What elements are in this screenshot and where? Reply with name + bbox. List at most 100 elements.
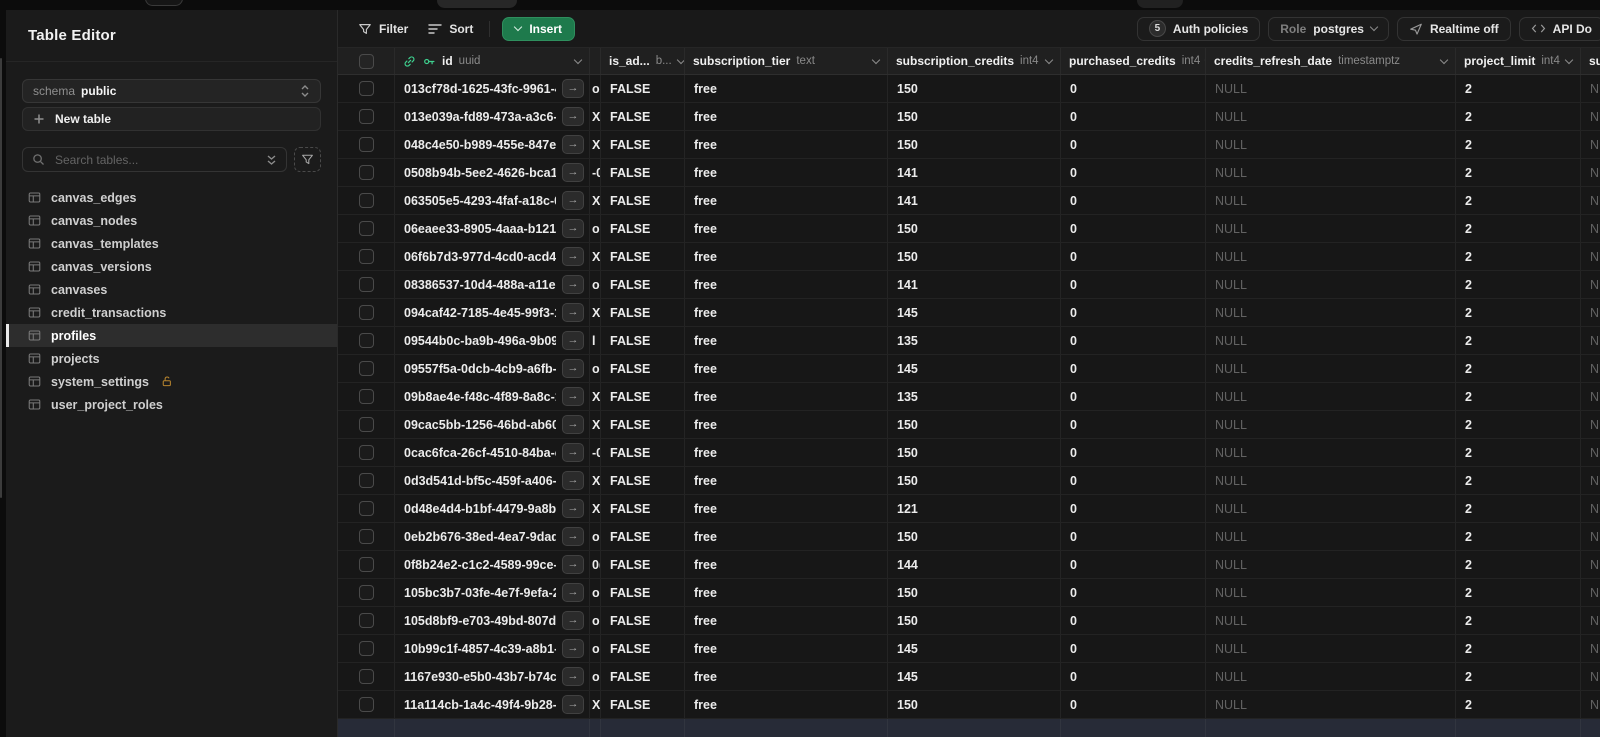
clipped-right-cell[interactable]: NU bbox=[1581, 103, 1600, 130]
id-cell[interactable]: 0d3d541d-bf5c-459f-a406-16b93... → bbox=[395, 467, 590, 494]
row-checkbox[interactable] bbox=[358, 501, 374, 516]
is-admin-cell[interactable]: FALSE bbox=[601, 243, 685, 270]
subscription-tier-cell[interactable]: free bbox=[685, 607, 888, 634]
subscription-tier-cell[interactable]: free bbox=[685, 271, 888, 298]
project-limit-cell[interactable]: 2 bbox=[1456, 243, 1581, 270]
clipped-cell[interactable]: X bbox=[590, 187, 601, 214]
purchased-credits-cell[interactable]: 0 bbox=[1061, 579, 1206, 606]
expand-row-button[interactable]: → bbox=[562, 387, 584, 406]
credits-refresh-date-cell[interactable]: NULL bbox=[1206, 271, 1456, 298]
is-admin-cell[interactable]: FALSE bbox=[601, 635, 685, 662]
purchased-credits-cell[interactable]: 0 bbox=[1061, 551, 1206, 578]
is-admin-cell[interactable]: FALSE bbox=[601, 383, 685, 410]
project-limit-cell[interactable]: 2 bbox=[1456, 299, 1581, 326]
schema-select[interactable]: schema public bbox=[22, 79, 321, 103]
subscription-tier-cell[interactable]: free bbox=[685, 187, 888, 214]
project-limit-cell[interactable]: 2 bbox=[1456, 187, 1581, 214]
is-admin-cell[interactable]: FALSE bbox=[601, 495, 685, 522]
column-header-clipped[interactable] bbox=[590, 48, 601, 74]
id-cell[interactable]: 06eaee33-8905-4aaa-b121-ab552... → bbox=[395, 215, 590, 242]
left-scrollbar[interactable] bbox=[0, 58, 2, 498]
clipped-cell[interactable]: X bbox=[590, 131, 601, 158]
purchased-credits-cell[interactable]: 0 bbox=[1061, 663, 1206, 690]
clipped-cell[interactable]: X bbox=[590, 103, 601, 130]
id-cell[interactable]: 10b99c1f-4857-4c39-a8b1-263b8... → bbox=[395, 635, 590, 662]
subscription-tier-cell[interactable]: free bbox=[685, 355, 888, 382]
expand-row-button[interactable]: → bbox=[562, 247, 584, 266]
subscription-credits-cell[interactable]: 141 bbox=[888, 271, 1061, 298]
id-cell[interactable]: 08386537-10d4-488a-a11e-eb5a6... → bbox=[395, 271, 590, 298]
clipped-cell[interactable]: X bbox=[590, 467, 601, 494]
clipped-cell[interactable]: o bbox=[590, 75, 601, 102]
project-limit-cell[interactable]: 2 bbox=[1456, 467, 1581, 494]
clipped-right-cell[interactable]: NU bbox=[1581, 439, 1600, 466]
credits-refresh-date-cell[interactable]: NULL bbox=[1206, 327, 1456, 354]
expand-row-button[interactable]: → bbox=[562, 555, 584, 574]
clipped-right-cell[interactable]: NU bbox=[1581, 299, 1600, 326]
column-header-project-limit[interactable]: project_limit int4 bbox=[1456, 48, 1581, 74]
select-all-checkbox[interactable] bbox=[358, 53, 374, 69]
is-admin-cell[interactable]: FALSE bbox=[601, 411, 685, 438]
clipped-right-cell[interactable]: NU bbox=[1581, 635, 1600, 662]
project-limit-cell[interactable]: 2 bbox=[1456, 551, 1581, 578]
subscription-credits-cell[interactable]: 145 bbox=[888, 299, 1061, 326]
credits-refresh-date-cell[interactable]: NULL bbox=[1206, 215, 1456, 242]
api-docs-button[interactable]: API Do bbox=[1518, 16, 1600, 41]
sidebar-item-system_settings[interactable]: system_settings bbox=[6, 370, 337, 393]
project-limit-cell[interactable]: 2 bbox=[1456, 215, 1581, 242]
row-checkbox[interactable] bbox=[358, 305, 374, 320]
subscription-tier-cell[interactable]: free bbox=[685, 75, 888, 102]
purchased-credits-cell[interactable]: 0 bbox=[1061, 691, 1206, 718]
project-limit-cell[interactable]: 2 bbox=[1456, 271, 1581, 298]
subscription-credits-cell[interactable]: 150 bbox=[888, 439, 1061, 466]
purchased-credits-cell[interactable]: 0 bbox=[1061, 635, 1206, 662]
sidebar-item-canvas_templates[interactable]: canvas_templates bbox=[6, 232, 337, 255]
filter-button[interactable]: Filter bbox=[348, 16, 418, 42]
row-checkbox[interactable] bbox=[358, 669, 374, 684]
id-cell[interactable]: 0eb2b676-38ed-4ea7-9dad-38e6... → bbox=[395, 523, 590, 550]
subscription-credits-cell[interactable]: 135 bbox=[888, 383, 1061, 410]
expand-row-button[interactable]: → bbox=[562, 583, 584, 602]
subscription-tier-cell[interactable]: free bbox=[685, 215, 888, 242]
credits-refresh-date-cell[interactable]: NULL bbox=[1206, 75, 1456, 102]
credits-refresh-date-cell[interactable]: NULL bbox=[1206, 467, 1456, 494]
expand-row-button[interactable]: → bbox=[562, 331, 584, 350]
expand-row-button[interactable]: → bbox=[562, 275, 584, 294]
row-checkbox[interactable] bbox=[358, 697, 374, 712]
subscription-tier-cell[interactable]: free bbox=[685, 523, 888, 550]
clipped-right-cell[interactable]: NU bbox=[1581, 411, 1600, 438]
clipped-cell[interactable]: o bbox=[590, 215, 601, 242]
subscription-tier-cell[interactable]: free bbox=[685, 663, 888, 690]
project-limit-cell[interactable]: 2 bbox=[1456, 103, 1581, 130]
row-checkbox[interactable] bbox=[358, 165, 374, 180]
row-checkbox[interactable] bbox=[358, 445, 374, 460]
id-cell[interactable]: 11a114cb-1a4c-49f4-9b28-52219ec... → bbox=[395, 691, 590, 718]
subscription-tier-cell[interactable]: free bbox=[685, 411, 888, 438]
id-cell[interactable]: 094caf42-7185-4e45-99f3-14abee... → bbox=[395, 299, 590, 326]
clipped-right-cell[interactable]: NU bbox=[1581, 159, 1600, 186]
subscription-credits-cell[interactable]: 150 bbox=[888, 75, 1061, 102]
is-admin-cell[interactable]: FALSE bbox=[601, 355, 685, 382]
id-cell[interactable]: 09b8ae4e-f48c-4f89-8a8c-1629b... → bbox=[395, 383, 590, 410]
credits-refresh-date-cell[interactable]: NULL bbox=[1206, 495, 1456, 522]
purchased-credits-cell[interactable]: 0 bbox=[1061, 243, 1206, 270]
subscription-credits-cell[interactable]: 150 bbox=[888, 131, 1061, 158]
clipped-cell[interactable]: o bbox=[590, 579, 601, 606]
id-cell[interactable]: 013cf78d-1625-43fc-9961-442189... → bbox=[395, 75, 590, 102]
is-admin-cell[interactable]: FALSE bbox=[601, 215, 685, 242]
clipped-cell[interactable]: -0 bbox=[590, 439, 601, 466]
id-cell[interactable]: 105bc3b7-03fe-4e7f-9efa-21bb40... → bbox=[395, 579, 590, 606]
purchased-credits-cell[interactable]: 0 bbox=[1061, 495, 1206, 522]
chevron-down-icon[interactable] bbox=[573, 55, 583, 64]
clipped-right-cell[interactable]: NU bbox=[1581, 75, 1600, 102]
clipped-right-cell[interactable]: NU bbox=[1581, 355, 1600, 382]
column-header-is-admin[interactable]: is_ad... b... bbox=[601, 48, 685, 74]
subscription-credits-cell[interactable]: 150 bbox=[888, 523, 1061, 550]
clipped-right-cell[interactable]: NU bbox=[1581, 607, 1600, 634]
sidebar-item-canvas_nodes[interactable]: canvas_nodes bbox=[6, 209, 337, 232]
purchased-credits-cell[interactable]: 0 bbox=[1061, 439, 1206, 466]
filter-tables-button[interactable] bbox=[294, 147, 321, 172]
credits-refresh-date-cell[interactable]: NULL bbox=[1206, 663, 1456, 690]
role-select-button[interactable]: Role postgres bbox=[1268, 16, 1389, 41]
sidebar-item-canvas_versions[interactable]: canvas_versions bbox=[6, 255, 337, 278]
